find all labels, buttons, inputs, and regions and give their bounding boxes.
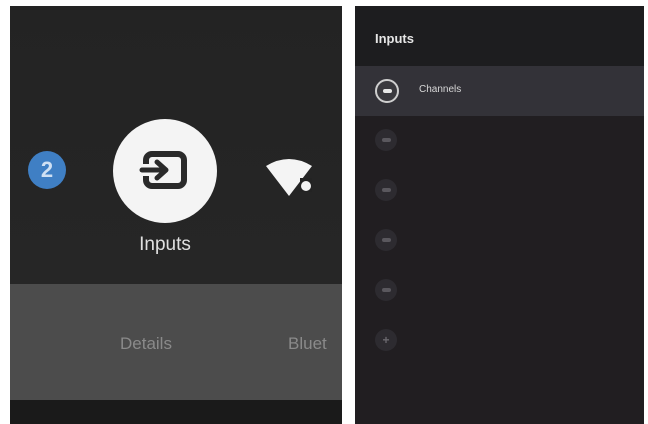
tab-details[interactable]: Details: [120, 334, 172, 354]
input-dash-icon: [375, 129, 397, 151]
input-dash-icon: [375, 279, 397, 301]
input-dash-icon: [375, 179, 397, 201]
network-tile-button[interactable]: [264, 156, 314, 198]
inputs-tile-label: Inputs: [139, 234, 191, 255]
launcher-bottom-strip: [10, 400, 342, 424]
input-dash-icon: [375, 79, 399, 103]
input-source-icon: [139, 151, 187, 189]
menu-item-label: Channels: [419, 84, 462, 95]
inputs-menu-header: Inputs: [355, 6, 644, 66]
menu-item-input-3[interactable]: [355, 166, 644, 216]
tv-launcher-panel: 2 Inputs Details Bluet: [10, 6, 342, 424]
menu-item-input-5[interactable]: [355, 266, 644, 316]
wifi-icon: [266, 159, 312, 196]
menu-item-add-input[interactable]: +: [355, 316, 644, 366]
add-icon: +: [375, 329, 397, 351]
inputs-menu-title: Inputs: [375, 31, 414, 46]
menu-item-input-2[interactable]: [355, 116, 644, 166]
inputs-menu-panel: Inputs Channels +: [355, 6, 644, 424]
inputs-menu-list: Channels +: [355, 66, 644, 366]
notification-badge[interactable]: 2: [28, 151, 66, 189]
tab-bluetooth[interactable]: Bluet: [288, 334, 327, 354]
input-dash-icon: [375, 229, 397, 251]
menu-item-input-4[interactable]: [355, 216, 644, 266]
screenshot-frame: 2 Inputs Details Bluet Inputs Channels +: [0, 0, 648, 424]
menu-item-channels[interactable]: Channels: [355, 66, 644, 116]
inputs-tile-button[interactable]: [113, 119, 217, 223]
